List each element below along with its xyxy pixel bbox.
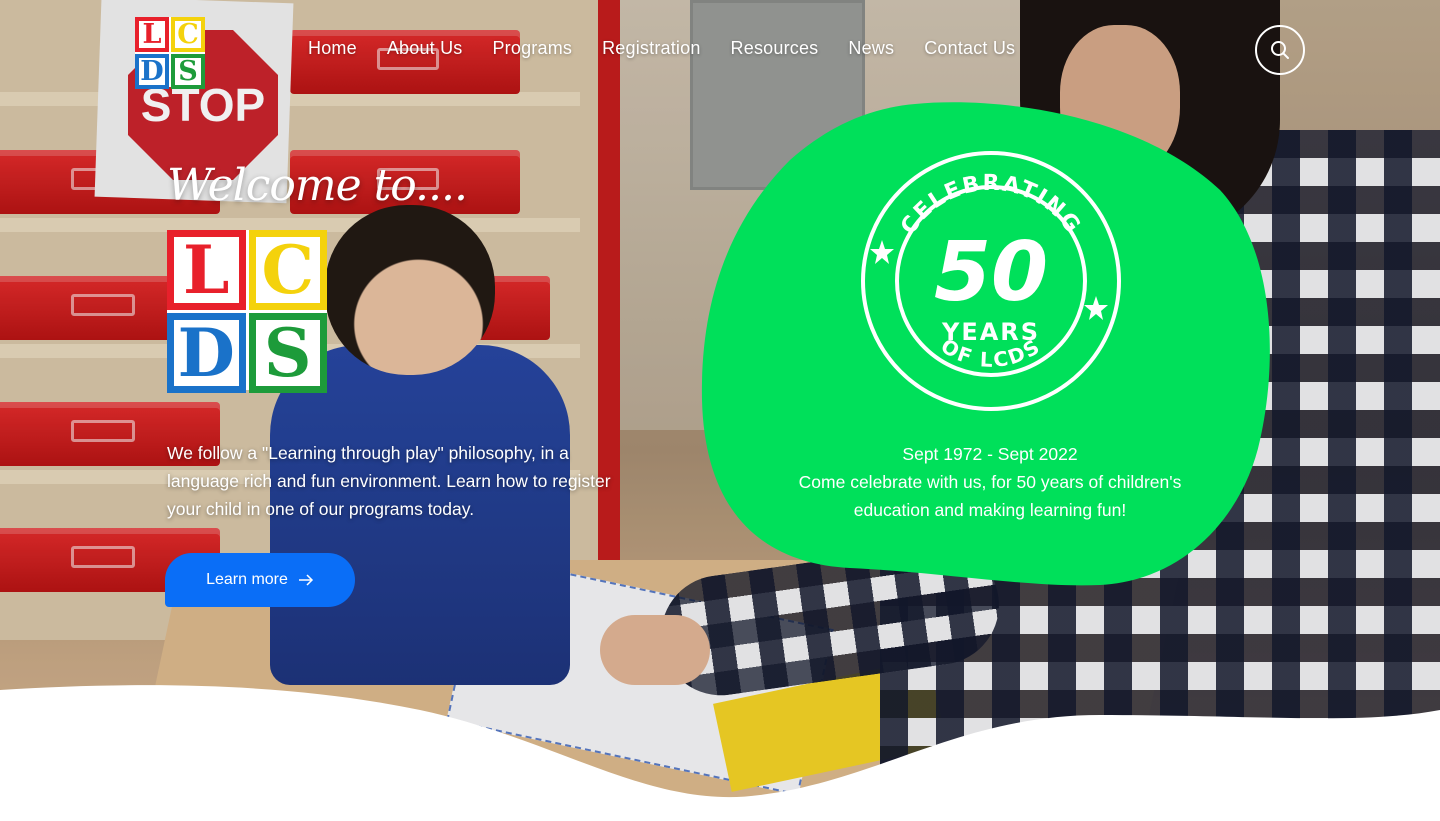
site-logo[interactable]: L C D S — [135, 17, 205, 89]
hero-tagline: We follow a "Learning through play" phil… — [167, 443, 611, 519]
logo-letter-d: D — [167, 313, 246, 393]
star-icon — [870, 240, 894, 264]
nav-registration[interactable]: Registration — [602, 38, 700, 62]
learn-more-button[interactable]: Learn more — [165, 553, 355, 607]
search-button[interactable] — [1255, 25, 1305, 75]
nav-about-us[interactable]: About Us — [387, 38, 463, 62]
nav-contact-us[interactable]: Contact Us — [924, 38, 1015, 62]
anniversary-message: Come celebrate with us, for 50 years of … — [798, 472, 1182, 520]
nav-resources[interactable]: Resources — [731, 38, 819, 62]
nav-news[interactable]: News — [848, 38, 894, 62]
logo-letter-s: S — [171, 54, 205, 89]
logo-letter-l: L — [135, 17, 169, 52]
logo-letter-d: D — [135, 54, 169, 89]
logo-letter-c: C — [248, 230, 327, 310]
badge-years-text: YEARS — [941, 318, 1040, 346]
welcome-heading: Welcome to.... — [167, 160, 468, 211]
logo-letter-c: C — [171, 17, 205, 52]
hero-logo: L C D S — [167, 230, 327, 393]
arrow-right-icon — [298, 574, 313, 586]
learn-more-label: Learn more — [206, 571, 288, 588]
main-nav: Home About Us Programs Registration Reso… — [308, 38, 1045, 62]
nav-programs[interactable]: Programs — [492, 38, 572, 62]
anniversary-text: Sept 1972 - Sept 2022 Come celebrate wit… — [760, 440, 1220, 524]
badge-number: 50 — [934, 225, 1048, 320]
search-icon — [1271, 41, 1289, 59]
nav-home[interactable]: Home — [308, 38, 357, 62]
logo-letter-s: S — [248, 313, 327, 393]
fifty-years-badge: CELEBRATING OF LCDS 50 YEARS — [861, 151, 1121, 411]
logo-letter-l: L — [167, 230, 246, 310]
bottom-wave — [0, 685, 1440, 821]
anniversary-dates: Sept 1972 - Sept 2022 — [902, 444, 1078, 464]
star-icon — [1084, 296, 1108, 320]
